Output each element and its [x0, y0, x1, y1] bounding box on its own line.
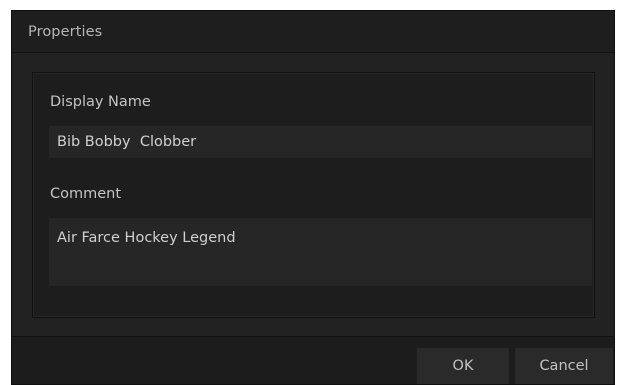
comment-label: Comment	[50, 186, 122, 202]
cancel-button[interactable]: Cancel	[515, 348, 613, 384]
dialog-content: Display Name Bib Bobby Clobber Comment A…	[12, 53, 614, 336]
comment-field[interactable]: Air Farce Hockey Legend	[49, 218, 592, 286]
ok-button[interactable]: OK	[417, 348, 509, 384]
dialog-title: Properties	[28, 24, 103, 40]
dialog-footer: OK Cancel	[12, 336, 614, 384]
properties-dialog: Properties Display Name Bib Bobby Clobbe…	[11, 10, 615, 385]
dialog-titlebar[interactable]: Properties	[12, 11, 614, 53]
properties-group: Display Name Bib Bobby Clobber Comment A…	[32, 72, 595, 318]
display-name-label: Display Name	[50, 94, 151, 110]
display-name-field[interactable]: Bib Bobby Clobber	[49, 126, 592, 158]
